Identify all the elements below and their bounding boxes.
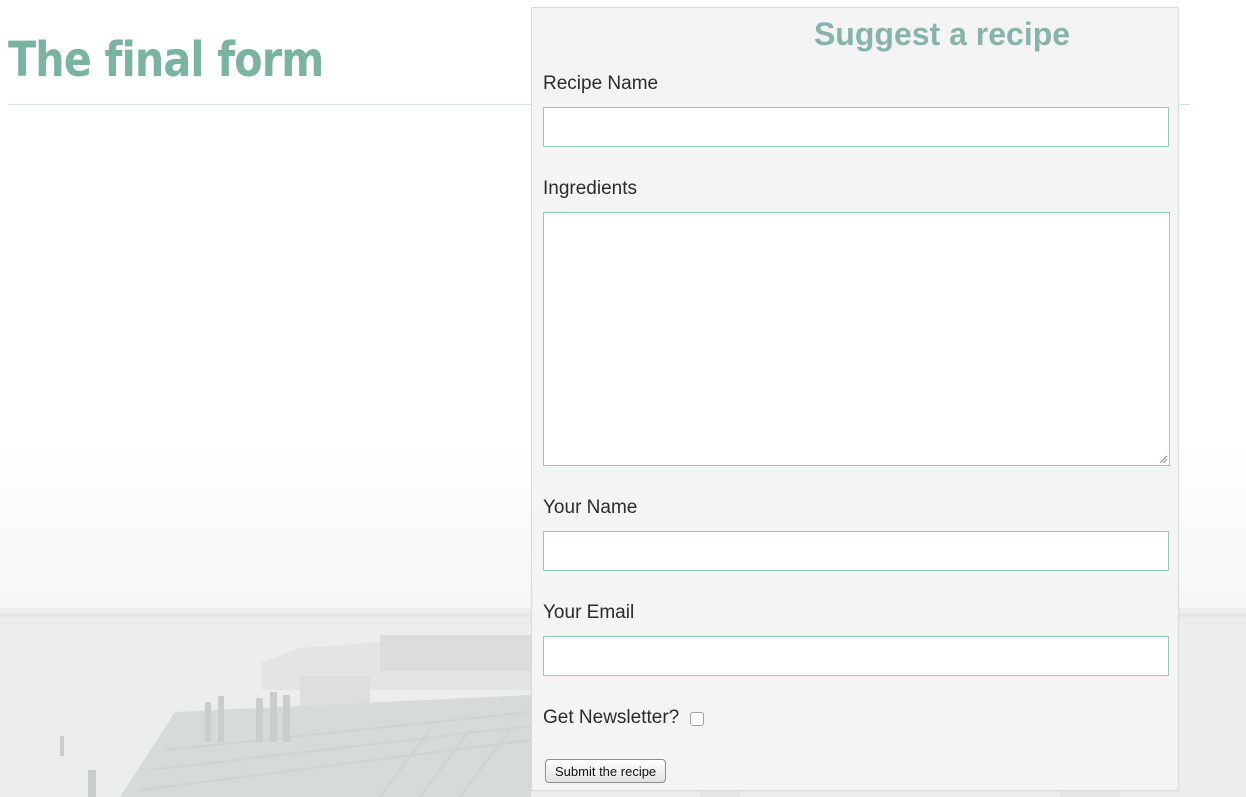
ingredients-textarea[interactable] xyxy=(543,212,1170,466)
newsletter-checkbox[interactable] xyxy=(690,712,704,726)
your-email-label: Your Email xyxy=(543,602,635,623)
your-name-input[interactable] xyxy=(543,531,1169,571)
resize-grip-icon[interactable] xyxy=(1158,454,1168,464)
submit-recipe-button[interactable]: Submit the recipe xyxy=(545,759,667,783)
newsletter-label: Get Newsletter? xyxy=(543,707,680,728)
your-email-input[interactable] xyxy=(543,636,1169,676)
recipe-name-label: Recipe Name xyxy=(543,73,659,94)
recipe-name-input[interactable] xyxy=(543,107,1169,147)
form-title: Suggest a recipe xyxy=(813,16,1071,52)
your-name-label: Your Name xyxy=(543,497,638,518)
slide-title: The final form xyxy=(8,32,324,88)
ingredients-label: Ingredients xyxy=(543,178,638,199)
recipe-form-panel: Suggest a recipe Recipe Name Ingredients… xyxy=(531,7,1179,791)
